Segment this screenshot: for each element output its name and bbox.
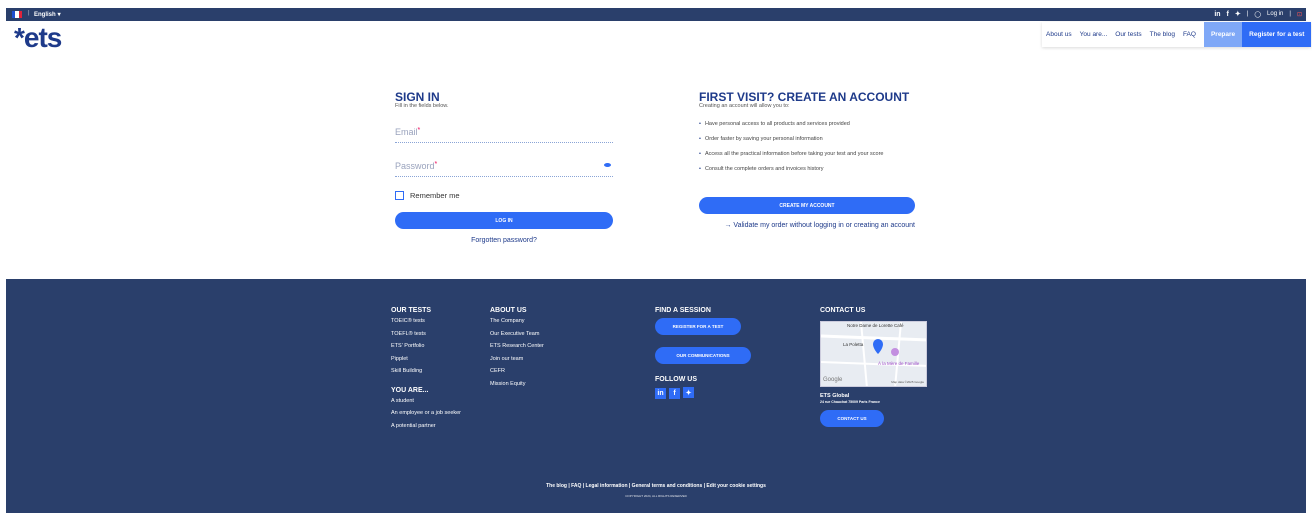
copyright-text: COPYRIGHT 2024, ALL RIGHTS RESERVED [625,494,687,498]
footer-about-column: ABOUT US The Company Our Executive Team … [490,307,544,393]
footer-social-icons: in f ✦ [655,387,755,399]
top-bar-right: in f ✦ | ◯ Log in | ⊡ [1214,10,1302,19]
footer-link[interactable]: ETS Research Center [490,343,544,356]
twitter-icon[interactable]: ✦ [683,387,694,398]
footer-link[interactable]: TOEFL® tests [391,331,461,344]
nav-you-are[interactable]: You are... [1076,31,1112,38]
separator: | [1289,11,1291,17]
footer-link[interactable]: Our Executive Team [490,331,544,344]
footer-contact-column: CONTACT US [820,307,930,318]
separator: | [1246,11,1249,17]
register-test-button[interactable]: Register for a test [1242,22,1312,47]
language-selector[interactable]: English ▾ [34,11,61,19]
footer-link[interactable]: Skill Building [391,368,461,381]
separator: | [28,10,30,16]
remember-me[interactable]: Remember me [395,191,613,200]
france-flag-icon[interactable] [12,11,22,18]
register-test-footer-button[interactable]: REGISTER FOR A TEST [655,318,741,335]
contact-us-button[interactable]: CONTACT US [820,410,884,427]
sign-in-form: SIGN IN Fill in the fields below. Email*… [395,90,613,244]
password-field[interactable]: Password* [395,161,613,177]
cart-icon[interactable]: ⊡ [1297,11,1302,18]
company-address: 24 rue Chauchat 75009 Paris France [820,400,880,404]
email-field[interactable]: Email* [395,127,613,143]
create-account-section: FIRST VISIT? CREATE AN ACCOUNT Creating … [699,90,915,231]
footer-link[interactable]: ETS' Portfolio [391,343,461,356]
footer-contact-info: ETS Global 24 rue Chauchat 75009 Paris F… [820,393,884,427]
footer-link[interactable]: The Company [490,318,544,331]
footer-link[interactable]: CEFR [490,368,544,381]
footer-link[interactable]: Pipplet [391,356,461,369]
benefits-list: Have personal access to all products and… [699,121,915,181]
password-label: Password [395,161,435,171]
footer-bottom-links[interactable]: The blog | FAQ | Legal information | Gen… [6,483,1306,489]
linkedin-icon[interactable]: in [1214,11,1220,18]
top-bar: | English ▾ in f ✦ | ◯ Log in | ⊡ [6,8,1306,21]
prepare-button[interactable]: Prepare [1203,22,1243,47]
list-item: Consult the complete orders and invoices… [699,166,915,181]
chevron-down-icon: ▾ [57,12,61,18]
footer-link[interactable]: TOEIC® tests [391,318,461,331]
footer-session-title: FIND A SESSION [655,307,711,314]
nav-faq[interactable]: FAQ [1179,31,1200,38]
list-item: Access all the practical information bef… [699,151,915,166]
footer-link[interactable]: Mission Equity [490,381,544,394]
map-label: À la Mère de Famille [878,361,920,366]
footer-tests-column: OUR TESTS TOEIC® tests TOEFL® tests ETS'… [391,307,461,435]
footer-contact-title: CONTACT US [820,307,866,314]
facebook-icon[interactable]: f [669,387,680,399]
communications-button[interactable]: OUR COMMUNICATIONS [655,347,751,364]
footer-follow-title: FOLLOW US [655,376,697,383]
required-mark: * [417,127,421,134]
linkedin-icon[interactable]: in [655,387,666,399]
map-label: La Poletta [843,342,864,347]
company-name: ETS Global [820,393,850,399]
forgot-password-link[interactable]: Forgotten password? [395,237,613,244]
login-link[interactable]: Log in [1267,11,1283,17]
google-logo: Google [823,377,843,383]
create-account-title: FIRST VISIT? CREATE AN ACCOUNT [699,90,910,104]
map-attribution: Map data ©2025 Google [891,380,924,384]
sign-in-subtitle: Fill in the fields below. [395,103,449,109]
footer-link[interactable]: A student [391,398,461,411]
login-button[interactable]: LOG IN [395,212,613,229]
twitter-icon[interactable]: ✦ [1235,10,1241,18]
footer: OUR TESTS TOEIC® tests TOEFL® tests ETS'… [6,279,1306,513]
user-icon: ◯ [1254,11,1262,18]
sign-in-title: SIGN IN [395,90,440,104]
show-password-icon[interactable] [604,163,611,167]
footer-session-column: FIND A SESSION REGISTER FOR A TEST OUR C… [655,307,755,399]
footer-youare-title: YOU ARE... [391,386,429,394]
create-account-button[interactable]: CREATE MY ACCOUNT [699,197,915,214]
nav-our-tests[interactable]: Our tests [1111,31,1145,38]
map-label: Notre Dame de Lorette Café [847,323,904,328]
remember-label: Remember me [410,191,460,200]
remember-checkbox[interactable] [395,191,404,200]
nav-about-us[interactable]: About us [1042,31,1076,38]
facebook-icon[interactable]: f [1227,11,1229,18]
email-label: Email [395,127,418,137]
footer-link[interactable]: An employee or a job seeker [391,410,461,423]
location-map[interactable]: Notre Dame de Lorette Café La Poletta À … [820,321,927,387]
footer-link[interactable]: Join our team [490,356,544,369]
nav-the-blog[interactable]: The blog [1146,31,1179,38]
list-item: Have personal access to all products and… [699,121,915,136]
validate-without-login-link[interactable]: → Validate my order without logging in o… [699,221,915,231]
footer-link[interactable]: A potential partner [391,423,461,436]
language-label: English [34,11,56,18]
footer-about-title: ABOUT US [490,307,527,314]
main-nav: About us You are... Our tests The blog F… [1042,22,1312,47]
list-item: Order faster by saving your personal inf… [699,136,915,151]
required-mark: * [434,161,438,168]
ets-logo[interactable]: *ets [14,22,62,54]
footer-tests-title: OUR TESTS [391,307,432,314]
